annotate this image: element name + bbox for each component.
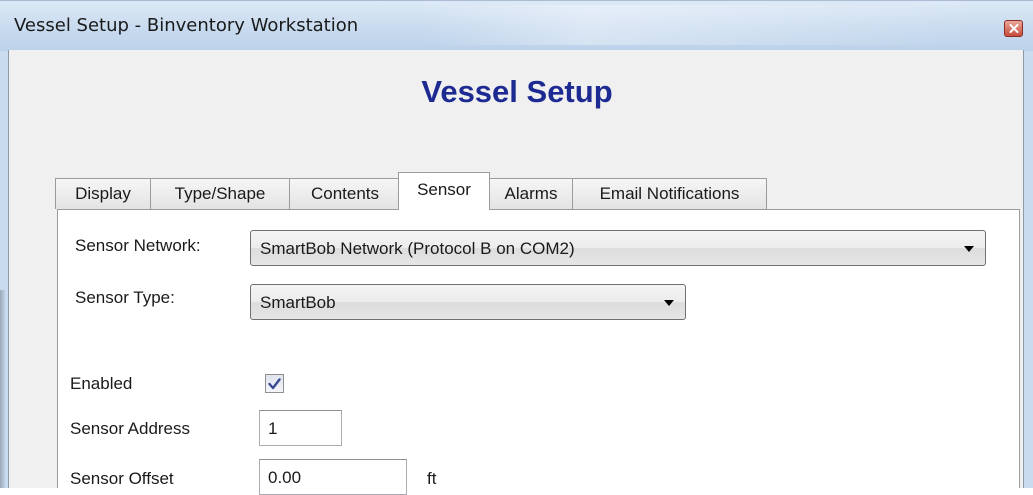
title-bar[interactable]: Vessel Setup - Binventory Workstation — [0, 0, 1033, 51]
tab-sensor[interactable]: Sensor — [398, 172, 490, 210]
tab-contents[interactable]: Contents — [289, 178, 401, 209]
sensor-offset-value: 0.00 — [268, 468, 302, 487]
enabled-label: Enabled — [70, 374, 133, 393]
close-icon — [1009, 24, 1018, 33]
sensor-address-label: Sensor Address — [70, 419, 191, 438]
sensor-network-dropdown[interactable]: SmartBob Network (Protocol B on COM2) — [250, 230, 986, 266]
page-title: Vessel Setup — [421, 74, 613, 109]
sensor-offset-unit: ft — [427, 469, 437, 488]
sensor-offset-input[interactable]: 0.00 — [259, 459, 407, 495]
sensor-type-dropdown[interactable]: SmartBob — [250, 284, 686, 320]
enabled-checkbox[interactable] — [265, 374, 284, 393]
sensor-type-label: Sensor Type: — [75, 288, 175, 307]
sensor-tab-panel: Sensor Network: SmartBob Network (Protoc… — [57, 209, 1020, 495]
window-frame-edge — [0, 290, 6, 488]
close-button[interactable] — [1004, 20, 1023, 37]
sensor-network-value: SmartBob Network (Protocol B on COM2) — [260, 239, 575, 258]
vessel-setup-window: Vessel Setup - Binventory Workstation Ve… — [0, 0, 1033, 495]
chevron-down-icon — [964, 246, 974, 252]
tab-email-notifications[interactable]: Email Notifications — [572, 178, 767, 209]
sensor-address-value: 1 — [268, 419, 278, 438]
tab-type-shape[interactable]: Type/Shape — [150, 178, 290, 209]
sensor-offset-label: Sensor Offset — [70, 469, 174, 488]
tab-alarms[interactable]: Alarms — [489, 178, 573, 209]
title-bar-glass — [420, 5, 980, 45]
sensor-network-label: Sensor Network: — [75, 236, 201, 255]
checkmark-icon — [268, 377, 281, 389]
window-client-area: Vessel Setup Display Type/Shape Contents… — [8, 50, 1024, 495]
chevron-down-icon — [664, 300, 674, 306]
window-title: Vessel Setup - Binventory Workstation — [14, 15, 359, 36]
tab-display[interactable]: Display — [55, 178, 151, 209]
sensor-address-input[interactable]: 1 — [259, 410, 342, 446]
sensor-type-value: SmartBob — [260, 293, 336, 312]
